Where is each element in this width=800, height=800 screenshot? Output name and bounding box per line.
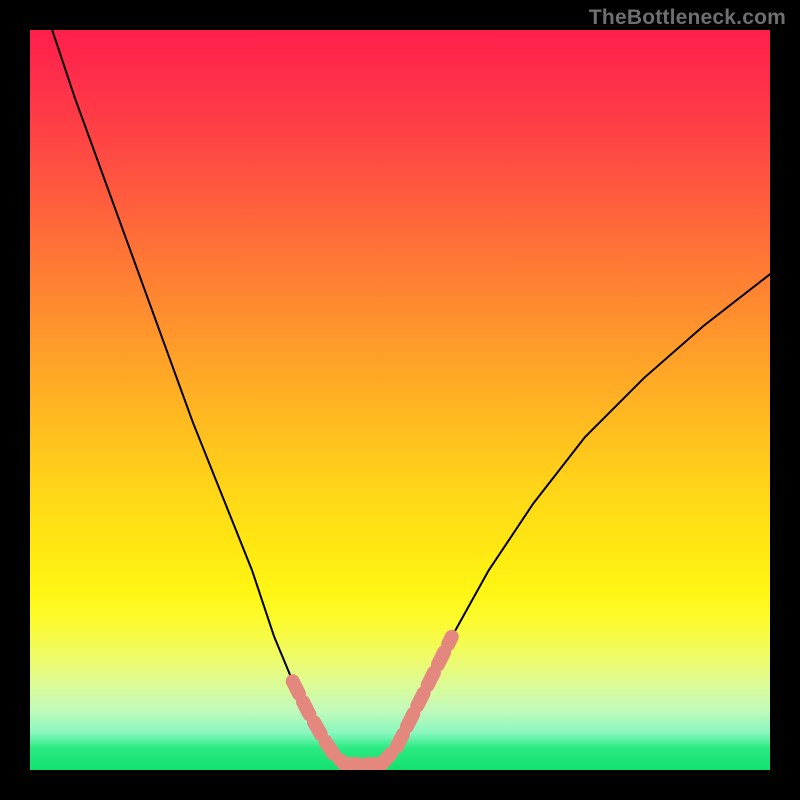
- plot-area: [30, 30, 770, 770]
- curve-layer: [30, 30, 770, 770]
- left-curve: [52, 30, 344, 764]
- watermark-text: TheBottleneck.com: [589, 6, 786, 30]
- beads-right-icon: [382, 637, 452, 764]
- beads-left-icon: [293, 681, 345, 764]
- right-curve: [382, 274, 771, 764]
- chart-stage: TheBottleneck.com: [0, 0, 800, 800]
